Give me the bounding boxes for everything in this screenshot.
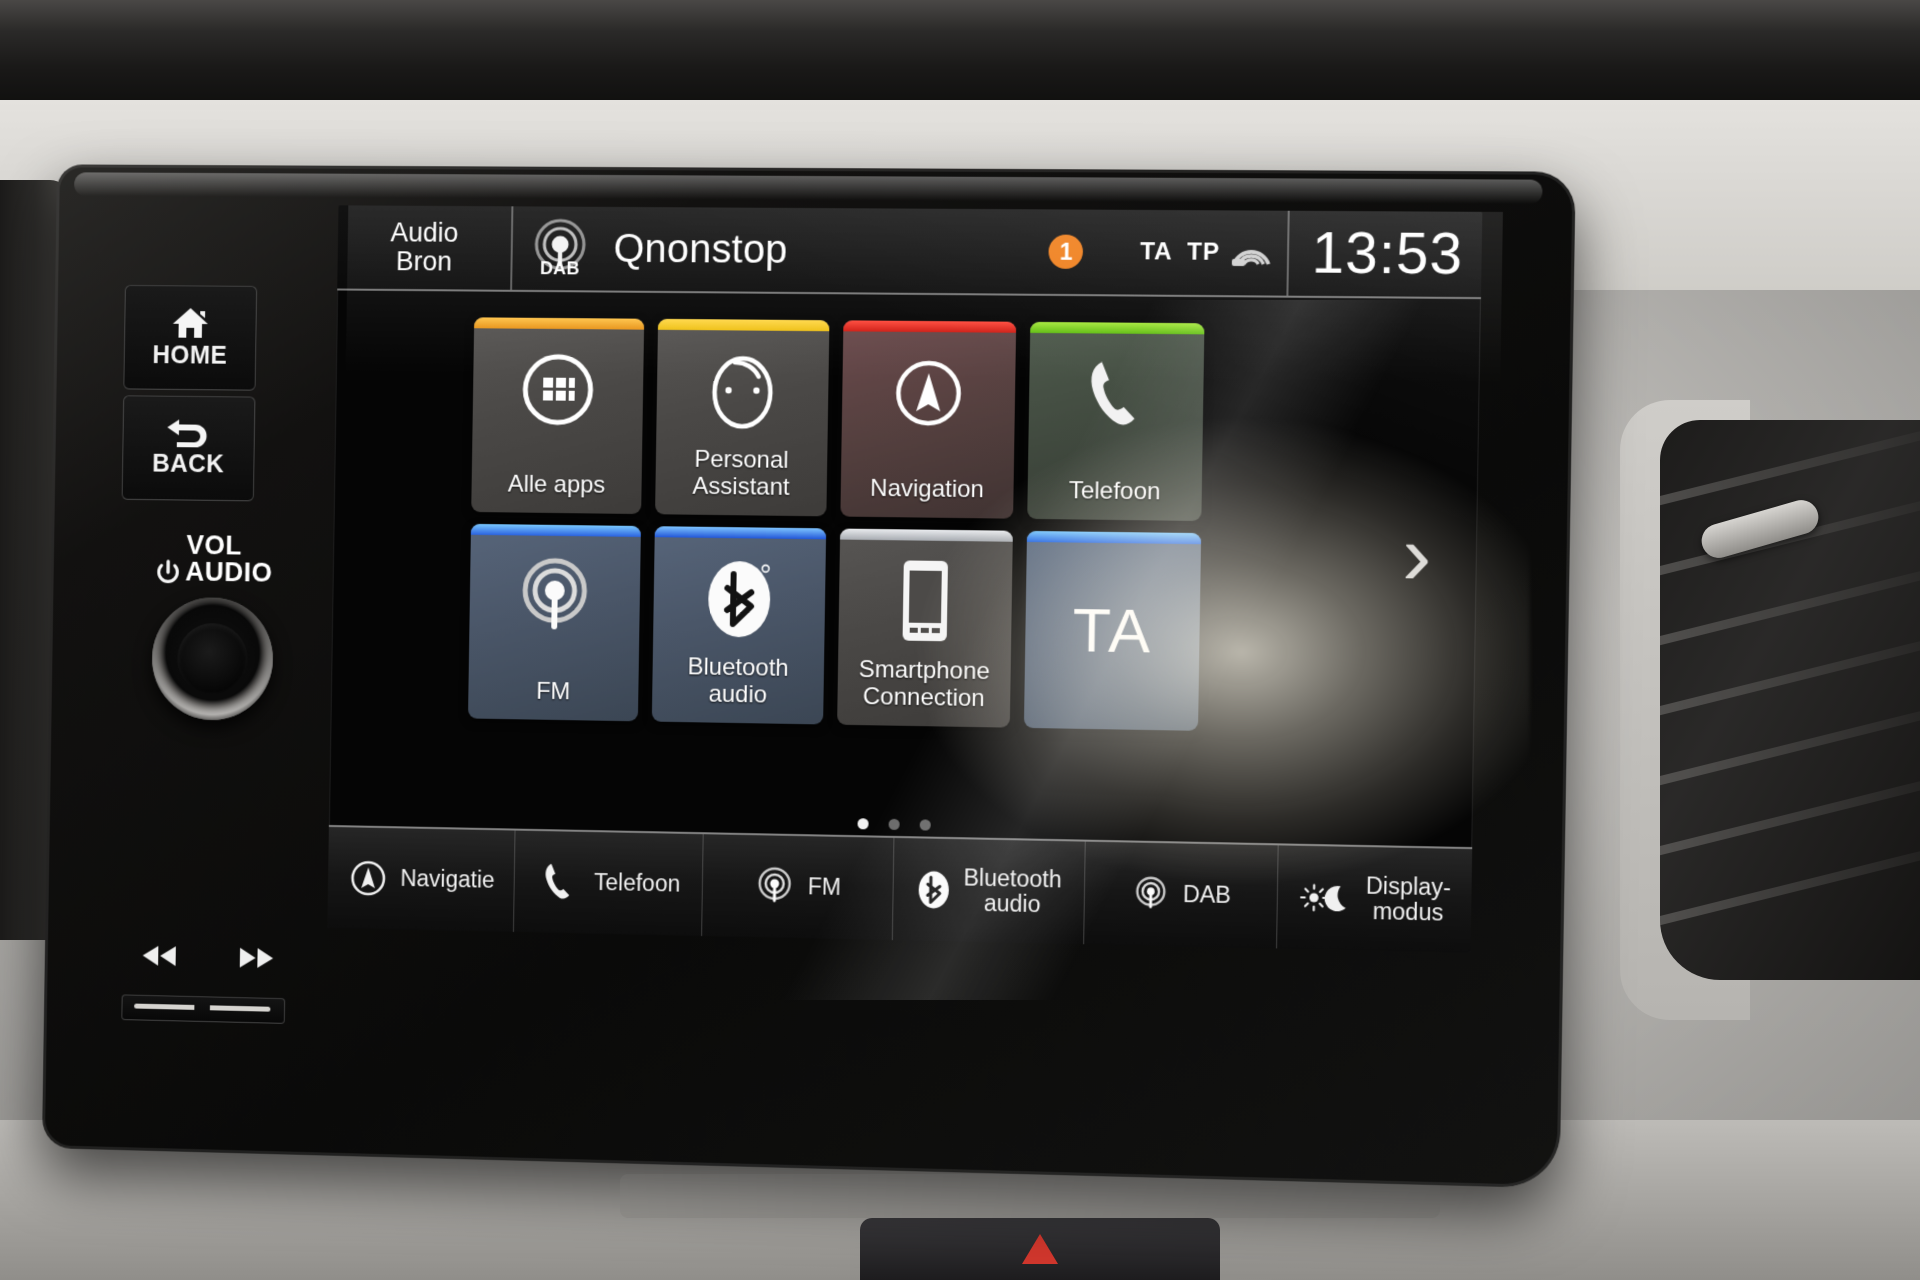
hazard-light-button[interactable] — [860, 1218, 1220, 1280]
tile-accent-bar — [657, 318, 830, 332]
next-track-icon[interactable] — [234, 946, 279, 971]
tile-accent-bar — [843, 320, 1017, 333]
tile-personal-assistant[interactable]: Personal Assistant — [655, 318, 830, 517]
tile-label: Navigation — [869, 474, 985, 504]
dock-item-dab[interactable]: DAB — [1083, 841, 1279, 949]
phone-handset-icon — [536, 859, 582, 906]
dab-band-indicator: DAB — [512, 206, 608, 290]
radio-waves-icon — [1130, 872, 1171, 917]
radio-waves-icon — [513, 550, 597, 643]
tile-ta[interactable]: TA — [1023, 530, 1202, 731]
u-turn-arrow-icon — [165, 418, 212, 448]
tile-accent-bar — [1026, 530, 1202, 545]
tile-bluetooth-audio[interactable]: Bluetooth audio — [651, 526, 827, 725]
page-dot-1[interactable] — [856, 818, 869, 830]
bluetooth-icon — [703, 553, 776, 646]
dock-item-bluetooth-audio[interactable]: Bluetooth audio — [892, 837, 1086, 945]
dab-label: DAB — [539, 257, 580, 278]
tile-alle-apps[interactable]: Alle apps — [471, 317, 645, 515]
back-button-label: BACK — [151, 449, 225, 478]
page-dot-3[interactable] — [919, 819, 931, 831]
tile-fm[interactable]: FM — [467, 523, 641, 722]
dashboard-top-trim — [0, 0, 1920, 124]
next-page-chevron-icon[interactable]: › — [1402, 506, 1433, 604]
ta-indicator: TA — [1139, 238, 1173, 266]
tile-label: Bluetooth audio — [687, 653, 789, 709]
tile-navigation[interactable]: Navigation — [840, 320, 1017, 519]
smartphone-icon — [896, 555, 954, 648]
dock-item-label: FM — [807, 873, 842, 901]
previous-track-icon[interactable] — [137, 943, 182, 968]
dock-item-label: Display-modus — [1365, 872, 1452, 926]
tile-accent-bar — [474, 317, 645, 330]
navigation-compass-icon — [888, 347, 970, 440]
audio-source-label-line1: Audio — [390, 217, 459, 248]
tile-accent-bar — [470, 523, 641, 537]
personal-assistant-icon — [704, 345, 781, 438]
app-tile-grid: Alle apps Personal Assistant Navigation … — [467, 317, 1205, 731]
back-button[interactable]: BACK — [121, 395, 256, 502]
radio-waves-icon — [754, 863, 797, 910]
page-dot-2[interactable] — [888, 818, 900, 831]
hardware-button-column: HOME BACK VOL AUDIO — [100, 284, 326, 1039]
audio-source-button[interactable]: Audio Bron — [337, 205, 514, 290]
dock-item-display-modus[interactable]: Display-modus — [1277, 845, 1472, 952]
status-bar: Audio Bron DAB Qnonstop 1 TA TP 13:53 — [337, 205, 1483, 300]
tile-accent-bar — [654, 526, 827, 540]
tile-label: Smartphone Connection — [858, 656, 991, 713]
house-icon — [171, 306, 210, 340]
grid-apps-icon — [518, 344, 598, 436]
audio-label: AUDIO — [185, 556, 273, 588]
dock-item-label: Bluetooth audio — [963, 864, 1062, 918]
tile-telefoon[interactable]: Telefoon — [1027, 321, 1205, 522]
notification-badge[interactable]: 1 — [1048, 234, 1084, 269]
navigation-compass-icon — [347, 857, 389, 899]
bluetooth-icon — [915, 866, 952, 913]
dashboard-photo: HOME BACK VOL AUDIO Audio Bron DAB Qnons… — [0, 0, 1920, 1280]
audio-source-label-line2: Bron — [395, 246, 453, 277]
station-title: Qnonstop — [613, 226, 788, 272]
signal-strength-icon — [1230, 238, 1273, 269]
touchscreen-display[interactable]: Audio Bron DAB Qnonstop 1 TA TP 13:53 Al… — [327, 205, 1483, 953]
home-tiles-area: Alle apps Personal Assistant Navigation … — [329, 290, 1481, 847]
tile-label: Telefoon — [1068, 477, 1161, 506]
brightness-moon-icon — [1298, 880, 1354, 916]
dock-item-telefoon[interactable]: Telefoon — [514, 830, 705, 937]
seek-slider[interactable] — [121, 994, 286, 1024]
bottom-dock: Navigatie Telefoon FM Bluetooth audio DA… — [327, 824, 1473, 953]
clock: 13:53 — [1286, 210, 1483, 298]
tp-indicator: TP — [1186, 238, 1221, 266]
home-button[interactable]: HOME — [123, 284, 258, 391]
vol-label: VOL — [186, 530, 243, 561]
tile-label: Alle apps — [507, 470, 606, 499]
dock-item-navigatie[interactable]: Navigatie — [327, 826, 516, 932]
dock-item-label: DAB — [1182, 881, 1232, 909]
volume-control-group: VOL AUDIO — [104, 530, 322, 1024]
power-icon[interactable] — [155, 559, 181, 585]
tile-label: Personal Assistant — [692, 446, 790, 502]
phone-handset-icon — [1074, 348, 1158, 441]
tile-label: TA — [1072, 595, 1153, 667]
air-vent — [1660, 420, 1920, 980]
home-button-label: HOME — [152, 340, 228, 370]
hazard-triangle-icon — [1022, 1234, 1058, 1264]
dock-item-label: Telefoon — [593, 869, 681, 897]
infotainment-head-unit: HOME BACK VOL AUDIO Audio Bron DAB Qnons… — [41, 164, 1576, 1189]
volume-knob[interactable] — [151, 596, 274, 722]
tile-accent-bar — [840, 528, 1013, 542]
air-vent-knob[interactable] — [1697, 496, 1823, 562]
tile-accent-bar — [1030, 321, 1205, 335]
dock-item-fm[interactable]: FM — [702, 834, 894, 941]
dock-item-label: Navigatie — [400, 865, 495, 894]
tile-label: FM — [535, 677, 571, 706]
tile-smartphone-connection[interactable]: Smartphone Connection — [837, 528, 1013, 728]
